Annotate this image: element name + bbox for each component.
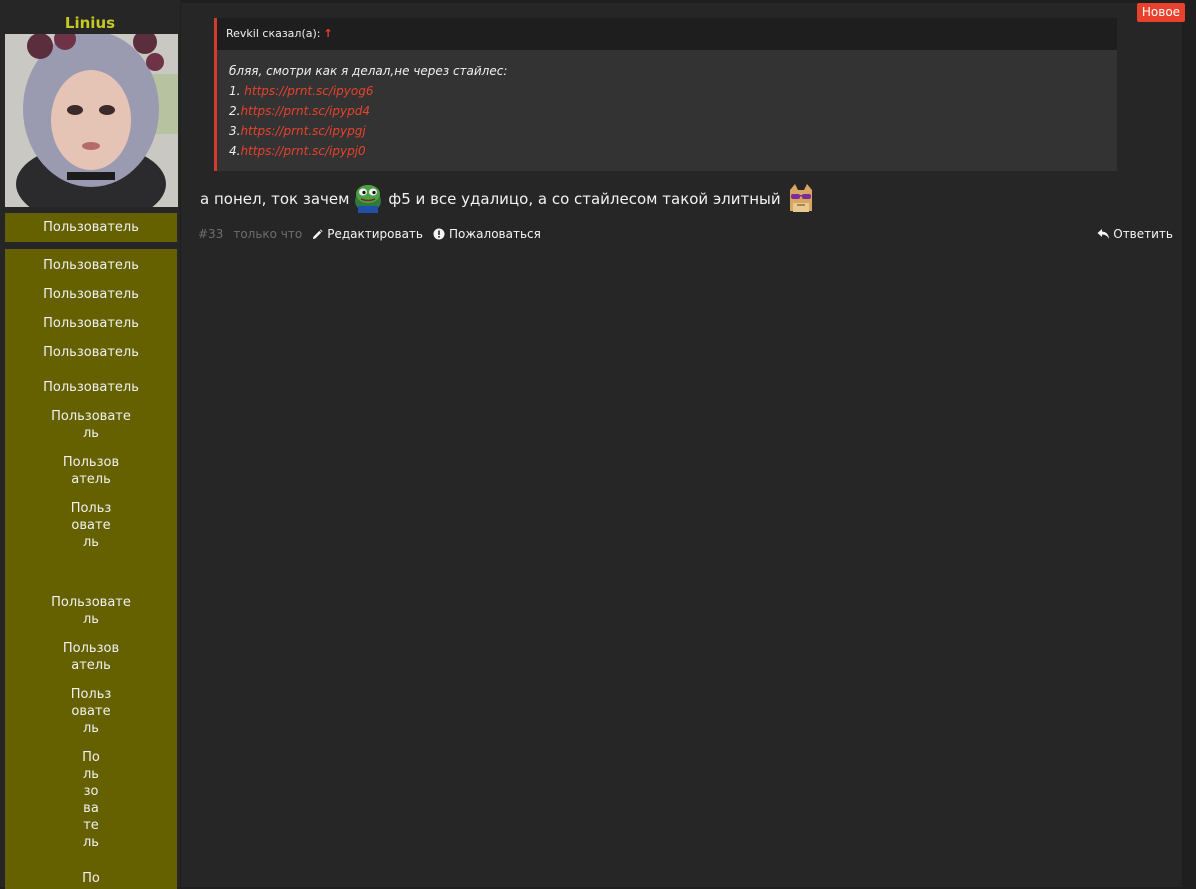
quote-link[interactable]: https://prnt.sc/ipypd4 xyxy=(240,104,370,118)
user-role-label: Пользов атель xyxy=(62,455,120,487)
user-role-label: Пользователь xyxy=(43,287,139,302)
user-role-label: Пользователь xyxy=(43,345,139,360)
user-role-label: Пользователь xyxy=(43,220,139,235)
post-text-part2: ф5 и все удалицо, а со стайлесом такой э… xyxy=(388,190,781,208)
quote-link[interactable]: https://prnt.sc/ipypj0 xyxy=(240,144,365,158)
post-text-part1: а понел, ток зачем xyxy=(200,190,350,208)
quote-item: 3.https://prnt.sc/ipypgj xyxy=(229,121,1117,141)
user-role-label: По xyxy=(82,871,100,886)
user-role-label: Польз овате ль xyxy=(70,501,112,550)
quote-jump-arrow[interactable]: ↑ xyxy=(324,27,333,40)
quote-item-prefix: 4. xyxy=(229,144,241,158)
quote-author: Revkil сказал(а): xyxy=(226,27,321,40)
post-footer: #33 только что Редактировать Пожаловатьс… xyxy=(198,226,1173,242)
user-info-panel: Linius Пользователь Пользователь Пользова… xyxy=(0,0,180,889)
user-role-label: Пользовате ль xyxy=(51,595,131,627)
quote-intro: бляя, смотри как я делал,не через стайле… xyxy=(229,64,508,78)
quote-header: Revkil сказал(а): ↑ xyxy=(217,18,1117,50)
user-role-label: Пользователь xyxy=(43,258,139,273)
reply-label: Ответить xyxy=(1113,227,1173,241)
avatar-image xyxy=(5,34,178,207)
report-label: Пожаловаться xyxy=(449,227,541,241)
edit-button[interactable]: Редактировать xyxy=(312,227,423,241)
quote-body: бляя, смотри как я делал,не через стайле… xyxy=(217,50,1117,161)
user-role-stack: Пользователь Пользователь Пользователь Поль… xyxy=(5,249,177,889)
avatar[interactable] xyxy=(5,34,178,207)
user-role-badge: Пользователь xyxy=(5,213,177,242)
post-time[interactable]: только что xyxy=(233,227,302,241)
quote-link[interactable]: https://prnt.sc/ipypgj xyxy=(240,124,365,138)
report-button[interactable]: Пожаловаться xyxy=(433,227,541,241)
post-message: а понел, ток зачем ф5 и все удалицо, а с… xyxy=(200,181,817,217)
new-badge[interactable]: Новое xyxy=(1137,3,1185,22)
edit-label: Редактировать xyxy=(327,227,423,241)
pepe-frog-icon xyxy=(352,181,384,217)
alert-circle-icon xyxy=(433,228,445,240)
quote-item: 4.https://prnt.sc/ipypj0 xyxy=(229,141,1117,161)
right-gutter xyxy=(1182,0,1196,887)
quote-item-prefix: 3. xyxy=(229,124,241,138)
reply-button[interactable]: Ответить xyxy=(1097,227,1173,241)
user-role-label: Пользователь xyxy=(43,316,139,331)
quote-item-prefix: 1. xyxy=(229,84,245,98)
quote-item-prefix: 2. xyxy=(229,104,241,118)
post-number-link[interactable]: #33 xyxy=(198,227,223,241)
quote-item: 1. https://prnt.sc/ipyog6 xyxy=(229,81,1117,101)
reply-arrow-icon xyxy=(1097,229,1110,239)
user-role-label: Польз овате ль xyxy=(70,687,112,736)
user-role-label: По ль зо ва те ль xyxy=(82,750,100,850)
username[interactable]: Linius xyxy=(0,14,180,32)
user-role-label: Пользователь xyxy=(43,380,139,395)
user-role-label: Пользов атель xyxy=(62,641,120,673)
cool-cat-sunglasses-icon xyxy=(785,181,817,217)
quote-block: Revkil сказал(а): ↑ бляя, смотри как я де… xyxy=(214,18,1117,171)
quote-item: 2.https://prnt.sc/ipypd4 xyxy=(229,101,1117,121)
pencil-icon xyxy=(313,228,323,239)
user-role-label: Пользовате ль xyxy=(51,409,131,441)
quote-link[interactable]: https://prnt.sc/ipyog6 xyxy=(244,84,373,98)
